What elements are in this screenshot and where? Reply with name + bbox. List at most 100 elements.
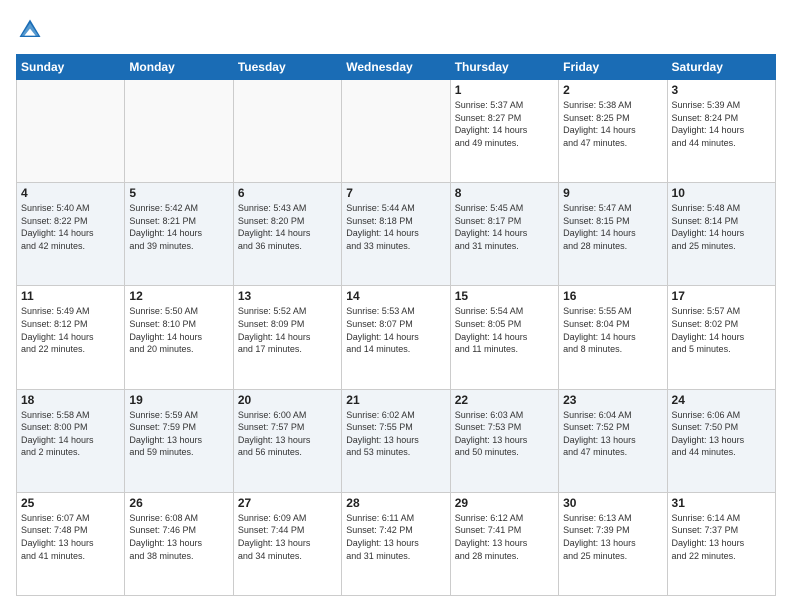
logo [16, 16, 48, 44]
week-row-1: 1Sunrise: 5:37 AMSunset: 8:27 PMDaylight… [17, 80, 776, 183]
day-cell: 27Sunrise: 6:09 AMSunset: 7:44 PMDayligh… [233, 492, 341, 595]
day-cell [342, 80, 450, 183]
day-number: 26 [129, 496, 228, 510]
day-cell: 20 Sunrise: 6:00 AMSunset: 7:57 PMDayligh… [233, 389, 341, 492]
day-info: Sunrise: 5:48 AMSunset: 8:14 PMDaylight:… [672, 202, 771, 252]
col-header-tuesday: Tuesday [233, 55, 341, 80]
week-row-5: 25Sunrise: 6:07 AMSunset: 7:48 PMDayligh… [17, 492, 776, 595]
day-info: Sunrise: 5:54 AMSunset: 8:05 PMDaylight:… [455, 305, 554, 355]
week-row-4: 18Sunrise: 5:58 AMSunset: 8:00 PMDayligh… [17, 389, 776, 492]
day-number: 21 [346, 393, 445, 407]
day-info: Sunrise: 5:53 AMSunset: 8:07 PMDaylight:… [346, 305, 445, 355]
day-number: 12 [129, 289, 228, 303]
day-cell: 29 Sunrise: 6:12 AMSunset: 7:41 PMDayligh… [450, 492, 558, 595]
col-header-wednesday: Wednesday [342, 55, 450, 80]
day-number: 24 [672, 393, 771, 407]
day-info: Sunrise: 6:11 AMSunset: 7:42 PMDaylight:… [346, 512, 445, 562]
col-header-friday: Friday [559, 55, 667, 80]
day-number: 27 [238, 496, 337, 510]
day-cell: 10 Sunrise: 5:48 AMSunset: 8:14 PMDayligh… [667, 183, 775, 286]
day-cell: 9Sunrise: 5:47 AMSunset: 8:15 PMDaylight… [559, 183, 667, 286]
day-info: Sunrise: 6:14 AMSunset: 7:37 PMDaylight:… [672, 512, 771, 562]
day-number: 14 [346, 289, 445, 303]
day-cell: 23 Sunrise: 6:04 AMSunset: 7:52 PMDayligh… [559, 389, 667, 492]
day-cell: 12 Sunrise: 5:50 AMSunset: 8:10 PMDayligh… [125, 286, 233, 389]
day-number: 29 [455, 496, 554, 510]
day-number: 8 [455, 186, 554, 200]
calendar-table: SundayMondayTuesdayWednesdayThursdayFrid… [16, 54, 776, 596]
col-header-thursday: Thursday [450, 55, 558, 80]
col-header-sunday: Sunday [17, 55, 125, 80]
day-cell: 22 Sunrise: 6:03 AMSunset: 7:53 PMDayligh… [450, 389, 558, 492]
day-number: 13 [238, 289, 337, 303]
week-row-2: 4Sunrise: 5:40 AMSunset: 8:22 PMDaylight… [17, 183, 776, 286]
day-info: Sunrise: 6:03 AMSunset: 7:53 PMDaylight:… [455, 409, 554, 459]
day-cell: 6Sunrise: 5:43 AMSunset: 8:20 PMDaylight… [233, 183, 341, 286]
day-info: Sunrise: 6:08 AMSunset: 7:46 PMDaylight:… [129, 512, 228, 562]
day-cell: 30 Sunrise: 6:13 AMSunset: 7:39 PMDayligh… [559, 492, 667, 595]
day-cell: 15 Sunrise: 5:54 AMSunset: 8:05 PMDayligh… [450, 286, 558, 389]
day-cell: 21 Sunrise: 6:02 AMSunset: 7:55 PMDayligh… [342, 389, 450, 492]
week-row-3: 11Sunrise: 5:49 AMSunset: 8:12 PMDayligh… [17, 286, 776, 389]
day-cell: 5 Sunrise: 5:42 AMSunset: 8:21 PMDaylight… [125, 183, 233, 286]
day-info: Sunrise: 5:43 AMSunset: 8:20 PMDaylight:… [238, 202, 337, 252]
header [16, 16, 776, 44]
col-header-saturday: Saturday [667, 55, 775, 80]
day-cell: 17 Sunrise: 5:57 AMSunset: 8:02 PMDayligh… [667, 286, 775, 389]
day-cell: 4Sunrise: 5:40 AMSunset: 8:22 PMDaylight… [17, 183, 125, 286]
day-info: Sunrise: 5:55 AMSunset: 8:04 PMDaylight:… [563, 305, 662, 355]
day-info: Sunrise: 6:06 AMSunset: 7:50 PMDaylight:… [672, 409, 771, 459]
day-cell [233, 80, 341, 183]
day-number: 17 [672, 289, 771, 303]
day-cell [125, 80, 233, 183]
day-cell: 1Sunrise: 5:37 AMSunset: 8:27 PMDaylight… [450, 80, 558, 183]
logo-icon [16, 16, 44, 44]
day-info: Sunrise: 5:42 AMSunset: 8:21 PMDaylight:… [129, 202, 228, 252]
day-info: Sunrise: 5:49 AMSunset: 8:12 PMDaylight:… [21, 305, 120, 355]
day-cell: 14 Sunrise: 5:53 AMSunset: 8:07 PMDayligh… [342, 286, 450, 389]
day-info: Sunrise: 6:02 AMSunset: 7:55 PMDaylight:… [346, 409, 445, 459]
day-number: 1 [455, 83, 554, 97]
day-number: 22 [455, 393, 554, 407]
day-cell: 16 Sunrise: 5:55 AMSunset: 8:04 PMDayligh… [559, 286, 667, 389]
day-cell [17, 80, 125, 183]
day-number: 25 [21, 496, 120, 510]
day-number: 19 [129, 393, 228, 407]
day-cell: 31 Sunrise: 6:14 AMSunset: 7:37 PMDayligh… [667, 492, 775, 595]
day-cell: 25Sunrise: 6:07 AMSunset: 7:48 PMDayligh… [17, 492, 125, 595]
day-number: 28 [346, 496, 445, 510]
day-info: Sunrise: 6:00 AMSunset: 7:57 PMDaylight:… [238, 409, 337, 459]
day-info: Sunrise: 6:13 AMSunset: 7:39 PMDaylight:… [563, 512, 662, 562]
day-info: Sunrise: 6:04 AMSunset: 7:52 PMDaylight:… [563, 409, 662, 459]
day-info: Sunrise: 5:50 AMSunset: 8:10 PMDaylight:… [129, 305, 228, 355]
day-number: 20 [238, 393, 337, 407]
day-cell: 7Sunrise: 5:44 AMSunset: 8:18 PMDaylight… [342, 183, 450, 286]
day-number: 23 [563, 393, 662, 407]
day-cell: 8 Sunrise: 5:45 AMSunset: 8:17 PMDaylight… [450, 183, 558, 286]
day-info: Sunrise: 6:12 AMSunset: 7:41 PMDaylight:… [455, 512, 554, 562]
day-cell: 24 Sunrise: 6:06 AMSunset: 7:50 PMDayligh… [667, 389, 775, 492]
day-cell: 3Sunrise: 5:39 AMSunset: 8:24 PMDaylight… [667, 80, 775, 183]
day-number: 4 [21, 186, 120, 200]
day-number: 7 [346, 186, 445, 200]
day-number: 30 [563, 496, 662, 510]
day-number: 10 [672, 186, 771, 200]
day-cell: 13Sunrise: 5:52 AMSunset: 8:09 PMDayligh… [233, 286, 341, 389]
day-cell: 11Sunrise: 5:49 AMSunset: 8:12 PMDayligh… [17, 286, 125, 389]
day-cell: 2Sunrise: 5:38 AMSunset: 8:25 PMDaylight… [559, 80, 667, 183]
header-row: SundayMondayTuesdayWednesdayThursdayFrid… [17, 55, 776, 80]
day-number: 5 [129, 186, 228, 200]
day-number: 15 [455, 289, 554, 303]
day-info: Sunrise: 5:45 AMSunset: 8:17 PMDaylight:… [455, 202, 554, 252]
day-cell: 28 Sunrise: 6:11 AMSunset: 7:42 PMDayligh… [342, 492, 450, 595]
day-number: 18 [21, 393, 120, 407]
day-number: 16 [563, 289, 662, 303]
day-info: Sunrise: 5:47 AMSunset: 8:15 PMDaylight:… [563, 202, 662, 252]
day-cell: 18Sunrise: 5:58 AMSunset: 8:00 PMDayligh… [17, 389, 125, 492]
day-number: 31 [672, 496, 771, 510]
page: SundayMondayTuesdayWednesdayThursdayFrid… [0, 0, 792, 612]
day-info: Sunrise: 5:59 AMSunset: 7:59 PMDaylight:… [129, 409, 228, 459]
day-number: 2 [563, 83, 662, 97]
day-number: 3 [672, 83, 771, 97]
day-info: Sunrise: 5:57 AMSunset: 8:02 PMDaylight:… [672, 305, 771, 355]
